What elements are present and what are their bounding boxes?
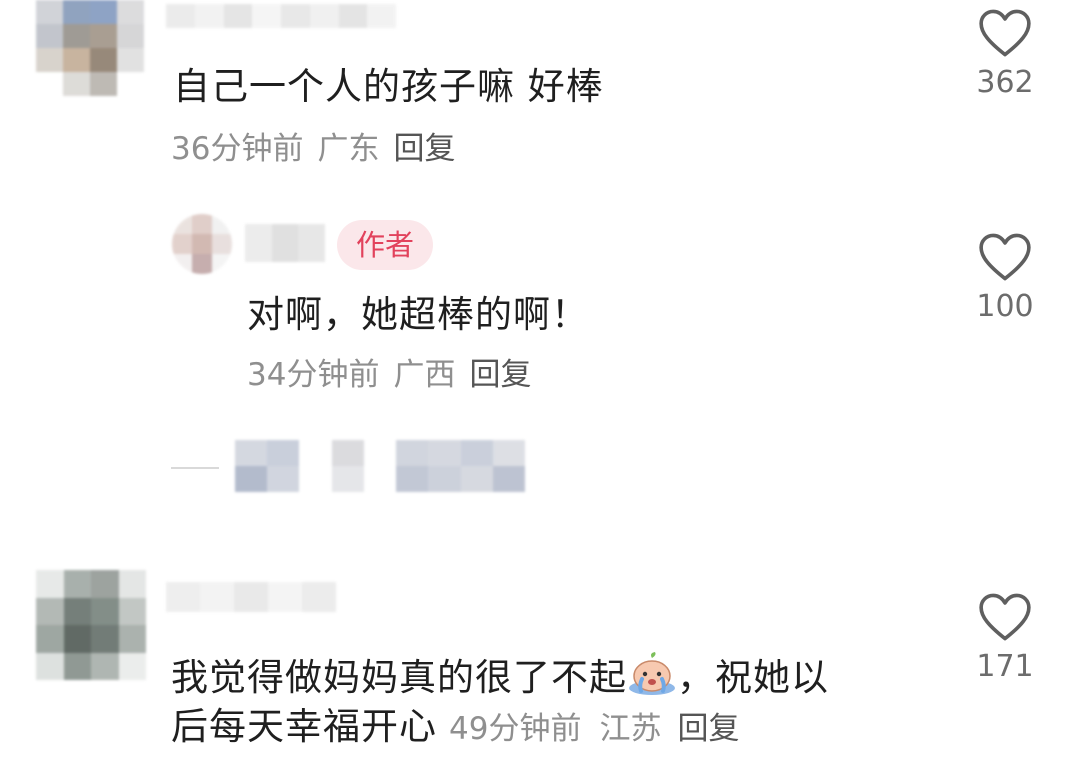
- comment-text-continued[interactable]: 后每天幸福开心: [171, 705, 437, 748]
- username-blurred[interactable]: [245, 224, 325, 262]
- comment-meta: 49分钟前 江苏 回复: [449, 711, 739, 747]
- comment-time: 36分钟前: [171, 131, 304, 167]
- avatar[interactable]: [36, 570, 146, 680]
- expand-replies-divider: [171, 467, 219, 469]
- comment-meta: 36分钟前 广东 回复: [171, 134, 455, 165]
- reply-button[interactable]: 回复: [393, 131, 455, 167]
- comment-text[interactable]: 我觉得做妈妈真的很了不起 ，祝她以: [171, 652, 829, 696]
- heart-outline-icon: [979, 9, 1031, 57]
- comment-time: 34分钟前: [247, 357, 380, 393]
- heart-outline-icon: [979, 233, 1031, 281]
- like-button[interactable]: 100: [960, 232, 1050, 322]
- reply-button[interactable]: 回复: [677, 711, 739, 747]
- like-count: 100: [976, 289, 1034, 324]
- comment-text-line2: 后每天幸福开心 49分钟前 江苏 回复: [171, 708, 739, 745]
- like-button[interactable]: 362: [960, 8, 1050, 98]
- like-button[interactable]: 171: [960, 592, 1050, 682]
- heart-outline-icon: [979, 593, 1031, 641]
- comment-text[interactable]: 对啊，她超棒的啊！: [247, 296, 589, 333]
- comment-meta: 34分钟前 广西 回复: [247, 360, 531, 391]
- avatar[interactable]: [172, 214, 232, 274]
- like-count: 171: [976, 649, 1034, 684]
- reply-button[interactable]: 回复: [469, 357, 531, 393]
- avatar[interactable]: [36, 0, 144, 96]
- like-count: 362: [976, 65, 1034, 100]
- comment-feed: 自己一个人的孩子嘛 好棒 36分钟前 广东 回复 362 作者 对啊，她超棒的啊！ …: [0, 0, 1078, 770]
- comment-location: 江苏: [599, 711, 662, 747]
- comment-location: 广西: [393, 357, 456, 393]
- expand-replies-link-blurred[interactable]: [235, 440, 525, 492]
- comment-text[interactable]: 自己一个人的孩子嘛 好棒: [173, 68, 604, 105]
- comment-location: 广东: [317, 131, 380, 167]
- comment-time: 49分钟前: [449, 711, 582, 747]
- author-badge: 作者: [337, 220, 433, 270]
- username-blurred[interactable]: [166, 582, 336, 612]
- crying-face-emoji: [627, 652, 677, 695]
- username-blurred[interactable]: [166, 4, 396, 28]
